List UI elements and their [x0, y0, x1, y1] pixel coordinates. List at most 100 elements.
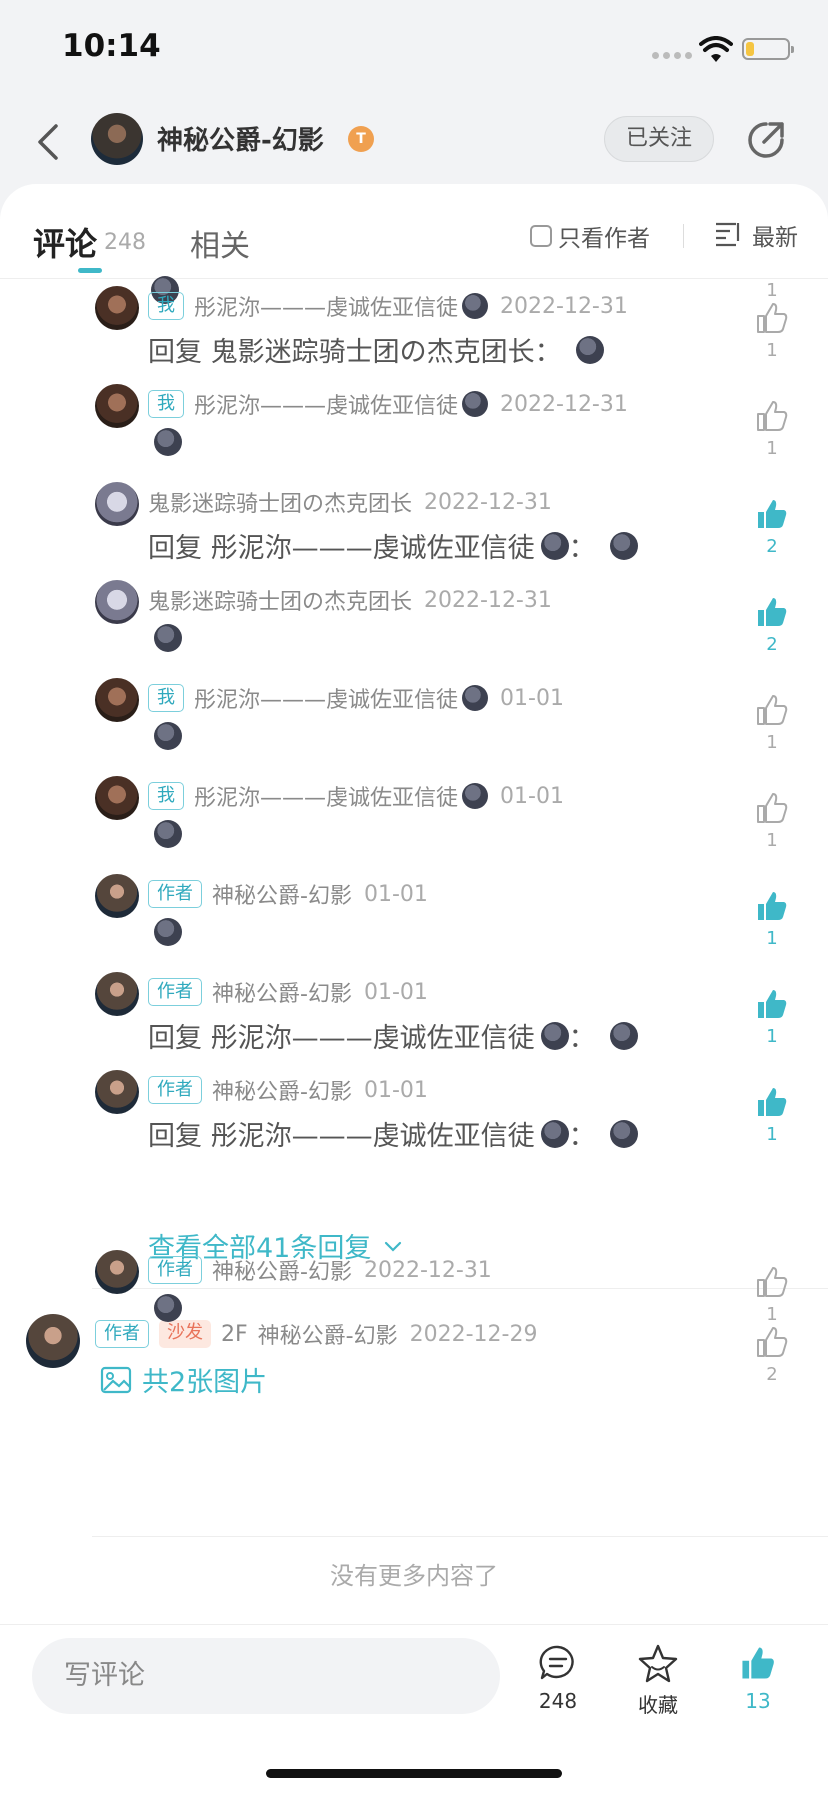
back-icon[interactable]	[30, 120, 70, 164]
me-tag: 我	[148, 684, 184, 712]
like-button[interactable]: 2	[752, 496, 792, 557]
thumbs-up-icon	[758, 598, 787, 626]
like-count: 1	[766, 928, 778, 949]
reply-content: 回复 鬼影迷踪骑士团の杰克团长：	[148, 330, 604, 369]
images-label: 共2张图片	[142, 1367, 268, 1398]
thumbs-up-icon	[758, 990, 787, 1018]
username[interactable]: 彤泥沵———虔诚佐亚信徒	[194, 290, 458, 322]
avatar[interactable]	[95, 972, 139, 1016]
like-count: 2	[766, 536, 778, 557]
username[interactable]: 鬼影迷踪骑士团の杰克团长	[148, 584, 412, 616]
like-button[interactable]: 2	[752, 594, 792, 655]
author-only-toggle[interactable]: 只看作者	[530, 219, 650, 253]
favorite-button[interactable]: 收藏	[618, 1643, 698, 1718]
author-tag: 作者	[148, 1076, 202, 1104]
avatar[interactable]	[95, 874, 139, 918]
like-count: 2	[766, 1364, 778, 1385]
username[interactable]: 神秘公爵-幻影	[212, 878, 352, 910]
sort-icon[interactable]	[714, 219, 742, 247]
like-button[interactable]: 1	[752, 986, 792, 1047]
avatar[interactable]	[95, 678, 139, 722]
moon-emoji	[462, 391, 489, 417]
reply-meta: 我 彤泥沵———虔诚佐亚信徒 2022-12-31	[148, 290, 628, 322]
thumbs-up-icon	[757, 1267, 788, 1297]
reply-content: 回复 彤泥沵———虔诚佐亚信徒 ：	[148, 526, 638, 565]
colon: ：	[568, 1023, 596, 1054]
thumbs-up-icon	[758, 1088, 787, 1116]
comments-button[interactable]: 248	[518, 1643, 598, 1713]
like-count: 1	[766, 830, 778, 851]
username[interactable]: 彤泥沵———虔诚佐亚信徒	[194, 388, 458, 420]
moon-emoji	[462, 685, 489, 711]
reply-text: 回复 彤泥沵———虔诚佐亚信徒	[148, 533, 535, 564]
author-tag: 作者	[148, 880, 202, 908]
date: 01-01	[363, 1077, 428, 1103]
like-button[interactable]: 1	[752, 300, 792, 361]
like-button[interactable]: 1	[752, 692, 792, 753]
tab-comments[interactable]: 评论	[33, 219, 97, 265]
view-images-link[interactable]: 共2张图片	[100, 1360, 267, 1399]
comment-bubble-icon	[539, 1645, 574, 1680]
date: 2022-12-31	[424, 489, 552, 515]
like-button[interactable]: 1	[752, 888, 792, 949]
avatar[interactable]	[95, 776, 139, 820]
share-icon[interactable]	[744, 116, 790, 162]
thumbs-up-icon	[758, 892, 787, 920]
like-button[interactable]: 1	[752, 1084, 792, 1145]
like-count: 1	[766, 1304, 778, 1325]
follow-button[interactable]: 已关注	[604, 116, 714, 162]
thumbs-up-icon	[757, 401, 788, 431]
username[interactable]: 神秘公爵-幻影	[212, 976, 352, 1008]
reply-item: 作者 神秘公爵-幻影 01-01 回复 彤泥沵———虔诚佐亚信徒 ： 1	[0, 1070, 828, 1166]
username[interactable]: 彤泥沵———虔诚佐亚信徒	[194, 682, 458, 714]
username[interactable]: 神秘公爵-幻影	[212, 1254, 352, 1286]
like-count: 1	[766, 340, 778, 361]
avatar[interactable]	[95, 1070, 139, 1114]
avatar[interactable]	[95, 286, 139, 330]
likes-count: 13	[745, 1689, 771, 1713]
avatar[interactable]	[95, 1250, 139, 1294]
date: 01-01	[500, 685, 564, 711]
username[interactable]: 鬼影迷踪骑士团の杰克团长	[148, 486, 412, 518]
no-more-label: 没有更多内容了	[330, 1562, 498, 1590]
username[interactable]: 彤泥沵———虔诚佐亚信徒	[194, 780, 458, 812]
reply-item: 我 彤泥沵———虔诚佐亚信徒 01-01 1	[0, 678, 828, 774]
like-count: 1	[766, 1026, 778, 1047]
like-button[interactable]: 1	[752, 398, 792, 459]
like-button[interactable]: 13	[718, 1643, 798, 1713]
reply-content	[148, 428, 182, 456]
like-count: 1	[766, 732, 778, 753]
username[interactable]: 神秘公爵-幻影	[212, 1074, 352, 1106]
avatar[interactable]	[95, 482, 139, 526]
avatar[interactable]	[95, 384, 139, 428]
tab-comments-count: 248	[104, 230, 146, 255]
reply-item: 我 彤泥沵———虔诚佐亚信徒 01-01 1	[0, 776, 828, 872]
tab-related[interactable]: 相关	[190, 221, 250, 265]
battery-icon	[742, 38, 794, 60]
reply-text: 回复 鬼影迷踪骑士团の杰克团长：	[148, 337, 562, 368]
like-count: 2	[766, 634, 778, 655]
sort-label[interactable]: 最新	[752, 218, 798, 252]
star-icon	[638, 1644, 678, 1683]
date: 2022-12-31	[424, 587, 552, 613]
like-button[interactable]: 1	[752, 790, 792, 851]
moon-emoji	[575, 335, 604, 364]
reply-meta: 作者 神秘公爵-幻影 01-01	[148, 878, 428, 910]
author-tag: 作者	[148, 978, 202, 1006]
date: 2022-12-31	[500, 293, 628, 319]
moon-emoji	[609, 531, 638, 560]
author-name[interactable]: 神秘公爵-幻影	[157, 120, 324, 157]
divider	[92, 1536, 828, 1537]
moon-emoji	[154, 1294, 182, 1322]
favorite-label: 收藏	[638, 1693, 678, 1717]
colon: ：	[568, 533, 596, 564]
me-tag: 我	[148, 292, 184, 320]
author-avatar[interactable]	[91, 113, 143, 165]
reply-text: 回复 彤泥沵———虔诚佐亚信徒	[148, 1023, 535, 1054]
like-button[interactable]: 1	[752, 1264, 792, 1325]
comment-input[interactable]: 写评论	[32, 1638, 500, 1714]
checkbox-icon[interactable]	[530, 225, 552, 247]
reply-meta: 鬼影迷踪骑士团の杰克团长 2022-12-31	[148, 486, 552, 518]
avatar[interactable]	[95, 580, 139, 624]
level-badge: T	[348, 126, 374, 152]
